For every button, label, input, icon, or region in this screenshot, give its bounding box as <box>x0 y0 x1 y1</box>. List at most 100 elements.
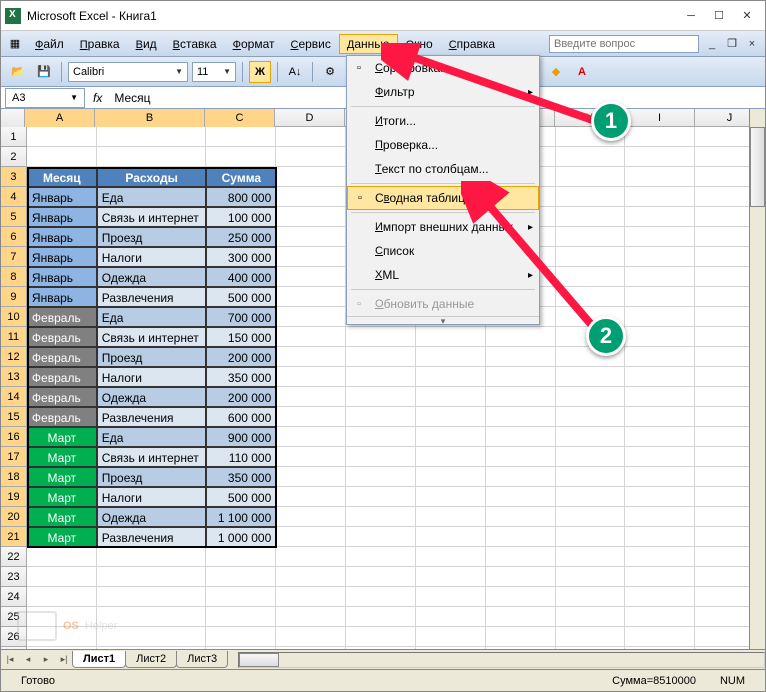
cell-expense[interactable]: Связь и интернет <box>97 447 207 467</box>
cell-month[interactable]: Январь <box>27 247 97 267</box>
row-header[interactable]: 17 <box>1 447 27 467</box>
font-color-button[interactable]: A <box>571 61 593 83</box>
cell-empty[interactable] <box>486 447 556 467</box>
table-header-cell[interactable]: Расходы <box>97 167 207 187</box>
cell-expense[interactable]: Развлечения <box>97 407 207 427</box>
menu-item-список[interactable]: Список▸ <box>347 239 539 263</box>
cell-empty[interactable] <box>625 127 695 147</box>
cell-expense[interactable]: Проезд <box>97 467 207 487</box>
row-header[interactable]: 6 <box>1 227 27 247</box>
cell-expense[interactable]: Одежда <box>97 387 207 407</box>
cell-empty[interactable] <box>556 147 626 167</box>
row-header[interactable]: 14 <box>1 387 27 407</box>
menu-item-проверка[interactable]: Проверка... <box>347 133 539 157</box>
cell-empty[interactable] <box>486 487 556 507</box>
cell-empty[interactable] <box>416 367 486 387</box>
horizontal-scrollbar[interactable] <box>238 652 765 668</box>
cell-empty[interactable] <box>486 347 556 367</box>
cell-empty[interactable] <box>556 227 626 247</box>
cell-empty[interactable] <box>625 147 695 167</box>
row-header[interactable]: 16 <box>1 427 27 447</box>
row-header[interactable]: 20 <box>1 507 27 527</box>
row-header[interactable]: 2 <box>1 147 27 167</box>
cell-empty[interactable] <box>556 627 626 647</box>
maximize-button[interactable]: ☐ <box>705 6 733 26</box>
cell-empty[interactable] <box>556 607 626 627</box>
cell-empty[interactable] <box>556 527 626 547</box>
cell-empty[interactable] <box>486 407 556 427</box>
cell-empty[interactable] <box>346 347 416 367</box>
cell-expense[interactable]: Связь и интернет <box>97 207 207 227</box>
cell-empty[interactable] <box>625 207 695 227</box>
cell-empty[interactable] <box>556 207 626 227</box>
col-header-A[interactable]: A <box>25 109 95 127</box>
row-header[interactable]: 3 <box>1 167 27 187</box>
cell-empty[interactable] <box>346 527 416 547</box>
cell-empty[interactable] <box>486 427 556 447</box>
cell-empty[interactable] <box>556 467 626 487</box>
cell-sum[interactable]: 200 000 <box>206 387 276 407</box>
cell-expense[interactable]: Развлечения <box>97 527 207 547</box>
cell-empty[interactable] <box>416 447 486 467</box>
cell-empty[interactable] <box>556 547 626 567</box>
cell-empty[interactable] <box>625 547 695 567</box>
cell-month[interactable]: Февраль <box>27 367 97 387</box>
cell-month[interactable]: Январь <box>27 267 97 287</box>
cell-empty[interactable] <box>486 587 556 607</box>
cell-empty[interactable] <box>276 247 346 267</box>
cell-empty[interactable] <box>276 607 346 627</box>
cell-empty[interactable] <box>486 507 556 527</box>
cell-empty[interactable] <box>346 367 416 387</box>
cell-empty[interactable] <box>416 327 486 347</box>
cell-empty[interactable] <box>556 407 626 427</box>
cell-empty[interactable] <box>276 267 346 287</box>
cell-empty[interactable] <box>206 587 276 607</box>
cell-expense[interactable]: Проезд <box>97 347 207 367</box>
cell-empty[interactable] <box>556 387 626 407</box>
cell-sum[interactable]: 350 000 <box>206 367 276 387</box>
cell-empty[interactable] <box>625 287 695 307</box>
menu-формат[interactable]: Формат <box>225 34 283 54</box>
cell-empty[interactable] <box>556 427 626 447</box>
cell-empty[interactable] <box>416 427 486 447</box>
cell-empty[interactable] <box>276 467 346 487</box>
cell-empty[interactable] <box>276 387 346 407</box>
cell-empty[interactable] <box>206 607 276 627</box>
cell-sum[interactable]: 110 000 <box>206 447 276 467</box>
cell-month[interactable]: Март <box>27 447 97 467</box>
doc-restore-button[interactable]: ❐ <box>723 36 741 52</box>
cell-empty[interactable] <box>416 587 486 607</box>
cell-expense[interactable]: Еда <box>97 187 207 207</box>
col-header-B[interactable]: B <box>95 109 205 127</box>
cell-empty[interactable] <box>556 447 626 467</box>
cell-month[interactable]: Январь <box>27 287 97 307</box>
cell-month[interactable]: Январь <box>27 187 97 207</box>
cell-empty[interactable] <box>556 587 626 607</box>
cell-expense[interactable]: Одежда <box>97 267 207 287</box>
doc-minimize-button[interactable]: _ <box>703 36 721 52</box>
cell-month[interactable]: Март <box>27 427 97 447</box>
cell-sum[interactable]: 500 000 <box>206 287 276 307</box>
cell-empty[interactable] <box>346 587 416 607</box>
cell-empty[interactable] <box>27 587 97 607</box>
cell-expense[interactable]: Связь и интернет <box>97 327 207 347</box>
cell-empty[interactable] <box>276 627 346 647</box>
cell-empty[interactable] <box>276 487 346 507</box>
cell-empty[interactable] <box>556 367 626 387</box>
cell-empty[interactable] <box>556 507 626 527</box>
row-header[interactable]: 7 <box>1 247 27 267</box>
cell-month[interactable]: Январь <box>27 207 97 227</box>
cell-empty[interactable] <box>97 567 207 587</box>
cell-expense[interactable]: Еда <box>97 307 207 327</box>
cell-empty[interactable] <box>416 527 486 547</box>
cell-empty[interactable] <box>416 567 486 587</box>
cell-empty[interactable] <box>625 487 695 507</box>
cell-empty[interactable] <box>346 387 416 407</box>
cell-sum[interactable]: 100 000 <box>206 207 276 227</box>
cell-sum[interactable]: 600 000 <box>206 407 276 427</box>
cell-empty[interactable] <box>625 627 695 647</box>
cell-empty[interactable] <box>625 467 695 487</box>
save-button[interactable]: 💾 <box>33 61 55 83</box>
row-header[interactable]: 21 <box>1 527 27 547</box>
cell-empty[interactable] <box>276 347 346 367</box>
